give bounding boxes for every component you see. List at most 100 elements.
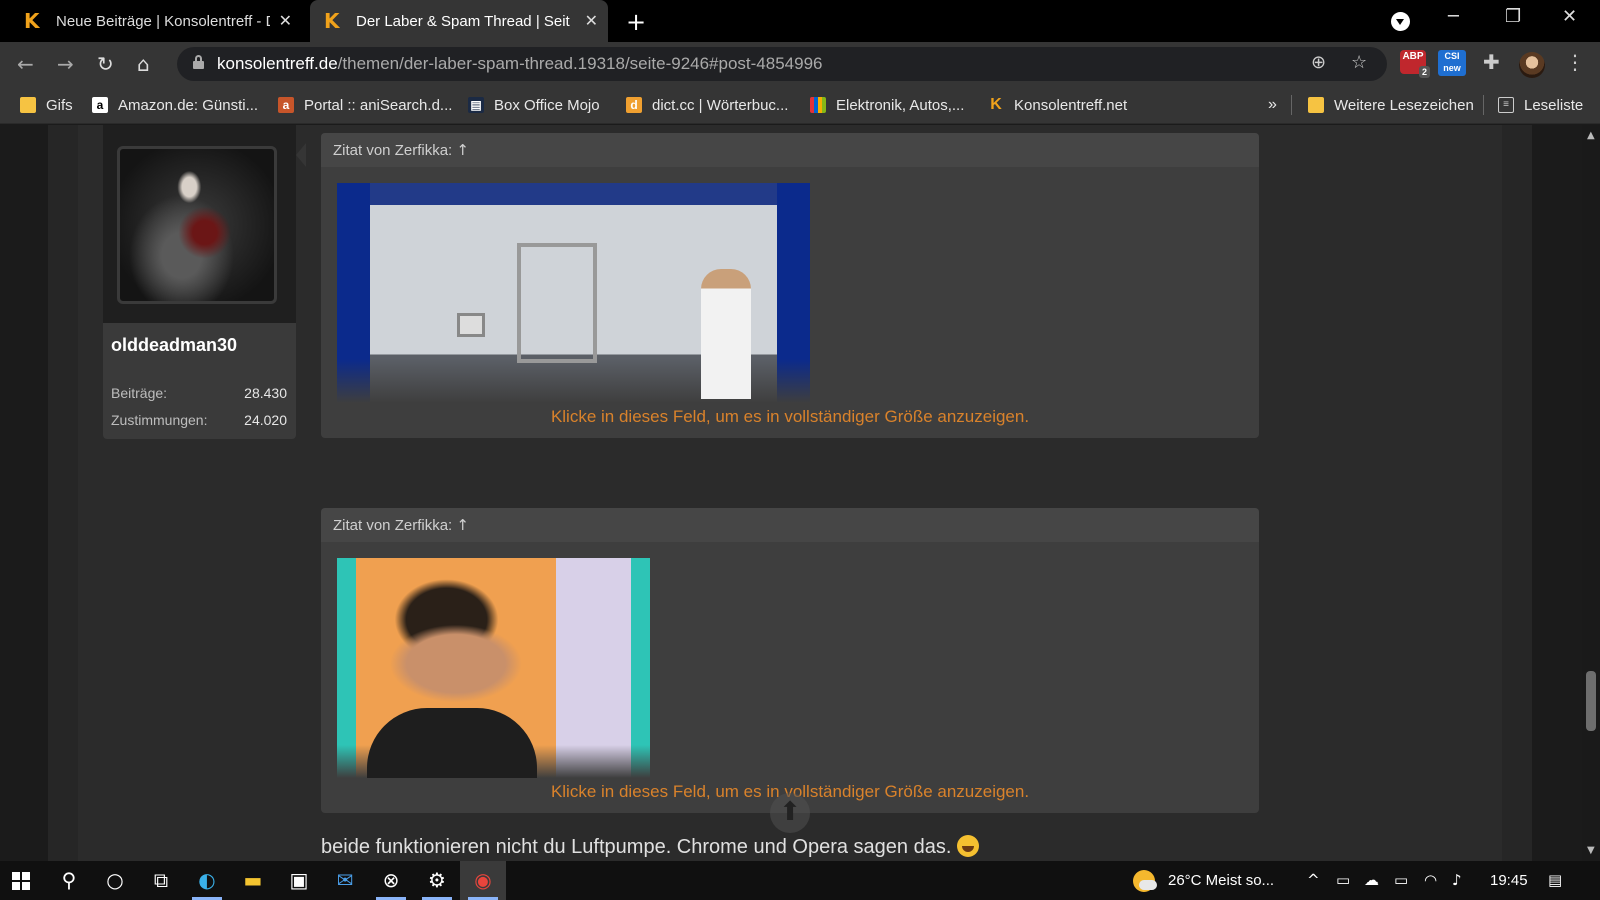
post-body-text: beide funktionieren nicht du Luftpumpe. … (321, 835, 980, 859)
vertical-scrollbar[interactable]: ▲ ▼ (1582, 125, 1600, 861)
windows-taskbar: ⚲ ○ ⧉ ◐ ▬ ▣ ✉ ⊗ ⚙ ◉ 26°C Meist so... ^ ▭… (0, 861, 1600, 900)
bookmark-weitere-lesezeichen[interactable]: Weitere Lesezeichen (1308, 86, 1474, 124)
reading-list-icon: ≡ (1498, 97, 1514, 113)
restore-button[interactable]: ❐ (1505, 6, 1521, 27)
battery-icon[interactable]: ▭ (1394, 861, 1408, 900)
cortana-icon[interactable]: ○ (92, 861, 138, 900)
clock-time[interactable]: 19:45 (1490, 861, 1528, 900)
mail-icon[interactable]: ✉ (322, 861, 368, 900)
back-button[interactable]: ← (17, 52, 34, 76)
file-explorer-icon[interactable]: ▬ (230, 861, 276, 900)
tab-close-icon[interactable]: ✕ (279, 11, 292, 31)
wifi-icon[interactable]: ◠ (1424, 861, 1437, 900)
volume-icon[interactable]: ♪ (1452, 861, 1462, 900)
reading-list-button[interactable]: ≡ Leseliste (1498, 86, 1583, 124)
bookmarks-overflow-button[interactable]: » (1268, 86, 1277, 124)
avatar[interactable] (117, 146, 277, 304)
address-bar[interactable]: konsolentreff.de/themen/der-laber-spam-t… (177, 47, 1387, 81)
bookmark-konsolentreff[interactable]: K Konsolentreff.net (988, 86, 1127, 124)
minimize-button[interactable]: ─ (1448, 6, 1459, 27)
extensions-puzzle-icon[interactable]: ✚ (1483, 50, 1500, 74)
tab-neue-beitraege[interactable]: K Neue Beiträge | Konsolentreff - D ✕ (10, 0, 302, 42)
image-detail (701, 269, 751, 399)
search-icon[interactable]: ⚲ (46, 861, 92, 900)
url-path: /themen/der-laber-spam-thread.19318/seit… (337, 54, 823, 73)
scroll-down-arrow-icon[interactable]: ▼ (1587, 845, 1595, 856)
page-gutter-right (1502, 125, 1532, 861)
quoted-image-lab[interactable] (337, 183, 810, 403)
quote-header[interactable]: Zitat von Zerfikka: ↑ (321, 133, 1259, 167)
task-view-icon[interactable]: ⧉ (138, 861, 184, 900)
adblock-plus-icon[interactable]: ABP 2 (1400, 50, 1430, 78)
url-text[interactable]: konsolentreff.de/themen/der-laber-spam-t… (217, 54, 823, 74)
bookmark-boxofficemojo[interactable]: ▤ Box Office Mojo (468, 86, 600, 124)
chrome-icon[interactable]: ◉ (460, 861, 506, 900)
bookmarks-bar: Gifs a Amazon.de: Günsti... a Portal :: an… (0, 86, 1600, 124)
tab-title: Der Laber & Spam Thread | Seite (356, 12, 570, 30)
bookmark-label: Konsolentreff.net (1014, 96, 1128, 114)
bookmark-label: dict.cc | Wörterbuc... (652, 96, 789, 114)
expand-image-link[interactable]: Klicke in dieses Feld, um es in vollstän… (321, 407, 1259, 427)
menu-kebab-icon[interactable]: ⋮ (1565, 50, 1585, 74)
scroll-to-top-button[interactable]: ⬆ (770, 793, 810, 833)
bookmark-label: Gifs (46, 96, 73, 114)
scrollbar-thumb[interactable] (1586, 671, 1596, 731)
settings-gear-icon[interactable]: ⚙ (414, 861, 460, 900)
forward-button[interactable]: → (57, 52, 74, 76)
reading-list-label: Leseliste (1524, 96, 1584, 114)
stat-value: 24.020 (244, 412, 287, 428)
tab-laber-spam-thread[interactable]: K Der Laber & Spam Thread | Seite ✕ (310, 0, 608, 42)
start-button[interactable] (0, 861, 46, 900)
page-viewport: olddeadman30 Beiträge: 28.430 Zustimmung… (0, 125, 1582, 861)
tab-title: Neue Beiträge | Konsolentreff - D (56, 12, 270, 30)
weather-icon[interactable] (1133, 870, 1157, 892)
home-button[interactable]: ⌂ (137, 52, 150, 76)
close-window-button[interactable]: ✕ (1562, 6, 1577, 27)
windows-logo-icon (12, 872, 30, 890)
image-detail (457, 313, 485, 337)
profile-avatar[interactable] (1519, 52, 1545, 78)
edge-icon[interactable]: ◐ (184, 861, 230, 900)
folder-icon (1308, 97, 1324, 113)
stat-label: Beiträge: (111, 385, 168, 401)
bookmark-ebay[interactable]: Elektronik, Autos,... (810, 86, 964, 124)
bookmark-dictcc[interactable]: d dict.cc | Wörterbuc... (626, 86, 788, 124)
bookmark-anisearch[interactable]: a Portal :: aniSearch.d... (278, 86, 452, 124)
konsolentreff-icon: K (990, 96, 1002, 113)
tab-strip: K Neue Beiträge | Konsolentreff - D ✕ K … (0, 0, 1600, 42)
quote-header[interactable]: Zitat von Zerfikka: ↑ (321, 508, 1259, 542)
xbox-icon[interactable]: ⊗ (368, 861, 414, 900)
bookmark-star-icon[interactable]: ☆ (1351, 52, 1367, 73)
zoom-icon[interactable]: ⊕ (1311, 52, 1326, 73)
lock-icon[interactable] (193, 55, 204, 69)
csi-extension-icon[interactable]: CSI new (1438, 50, 1466, 76)
weather-text[interactable]: 26°C Meist so... (1168, 861, 1274, 900)
image-detail (367, 708, 537, 778)
anisearch-icon: a (278, 97, 294, 113)
bookmarks-separator (1291, 95, 1292, 115)
username-link[interactable]: olddeadman30 (111, 335, 237, 356)
notifications-icon[interactable]: ▤ (1548, 861, 1562, 900)
user-info-card: olddeadman30 Beiträge: 28.430 Zustimmung… (103, 323, 296, 439)
stat-value: 28.430 (244, 385, 287, 401)
quoted-image-person[interactable] (337, 558, 650, 778)
tray-chevron-icon[interactable]: ^ (1307, 861, 1320, 900)
store-icon[interactable]: ▣ (276, 861, 322, 900)
image-detail (517, 243, 597, 363)
tab-search-icon[interactable] (1391, 12, 1410, 31)
onedrive-cloud-icon[interactable]: ☁ (1364, 861, 1379, 900)
meet-now-icon[interactable]: ▭ (1336, 861, 1350, 900)
reload-button[interactable]: ↻ (97, 52, 114, 76)
stat-posts: Beiträge: 28.430 (111, 385, 287, 401)
quote-jump-arrow-icon[interactable]: ↑ (456, 516, 469, 534)
post-text: beide funktionieren nicht du Luftpumpe. … (321, 836, 952, 858)
konsolentreff-favicon-icon: K (324, 9, 340, 33)
bookmark-amazon[interactable]: a Amazon.de: Günsti... (92, 86, 258, 124)
new-tab-button[interactable]: + (626, 8, 646, 36)
amazon-icon: a (92, 97, 108, 113)
quote-jump-arrow-icon[interactable]: ↑ (456, 141, 469, 159)
stat-label: Zustimmungen: (111, 412, 208, 428)
scroll-up-arrow-icon[interactable]: ▲ (1587, 130, 1595, 141)
bookmark-gifs[interactable]: Gifs (20, 86, 73, 124)
tab-close-icon[interactable]: ✕ (585, 11, 598, 31)
